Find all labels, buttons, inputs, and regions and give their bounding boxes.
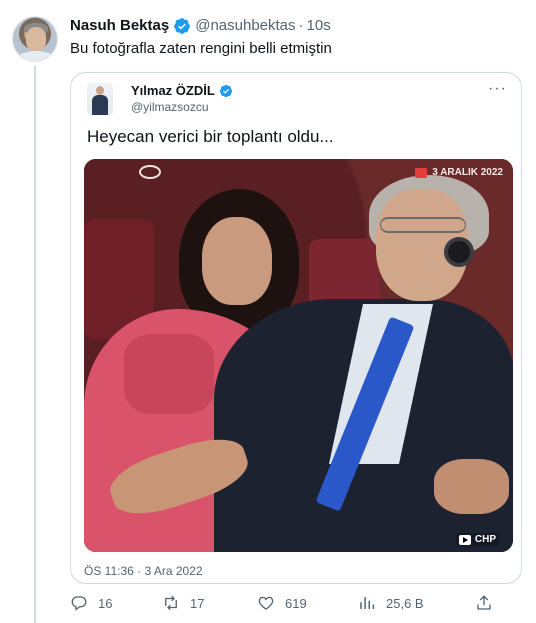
author-handle[interactable]: @nasuhbektas	[195, 16, 295, 36]
reply-icon	[71, 596, 87, 611]
retweet-button[interactable]: 17	[162, 594, 204, 612]
man-glasses	[380, 217, 466, 233]
tweet-header: Nasuh Bektaş @nasuhbektas · 10s	[70, 16, 331, 36]
heart-icon	[258, 596, 274, 610]
woman-face	[202, 217, 272, 305]
more-options-icon[interactable]: ···	[488, 81, 507, 97]
reply-button[interactable]: 16	[70, 594, 112, 612]
calendar-icon	[415, 167, 428, 178]
separator-dot: ·	[298, 17, 304, 34]
verified-badge-icon	[219, 84, 232, 97]
retweet-count: 17	[190, 595, 205, 611]
video-channel-badge: CHP	[455, 533, 499, 546]
reply-count: 16	[98, 595, 113, 611]
quoted-tweet[interactable]: Yılmaz ÖZDİL @yilmazsozcu ··· Heyecan ve…	[70, 72, 522, 584]
video-date-text: 3 ARALIK 2022	[432, 167, 503, 178]
woman-jacket-shadow	[124, 334, 214, 414]
avatar-shirt	[17, 51, 55, 61]
tweet-card: Nasuh Bektaş @nasuhbektas · 10s Bu fotoğ…	[0, 0, 536, 623]
avatar-face	[26, 27, 46, 51]
hand-right	[434, 459, 509, 514]
author-name[interactable]: Nasuh Bektaş	[70, 16, 169, 36]
quoted-author-name[interactable]: Yılmaz ÖZDİL	[131, 83, 215, 98]
quoted-author-avatar[interactable]	[87, 83, 113, 115]
quoted-tweet-text: Heyecan verici bir toplantı oldu...	[87, 127, 334, 146]
video-logo-mark	[139, 165, 161, 179]
view-count: 25,6 B	[386, 595, 424, 611]
channel-label: CHP	[474, 534, 496, 545]
quoted-tweet-timestamp[interactable]: ÖS 11:36 · 3 Ara 2022	[84, 564, 203, 578]
quoted-video[interactable]: 3 ARALIK 2022 CHP	[84, 159, 513, 552]
quoted-author-handle[interactable]: @yilmazsozcu	[131, 100, 209, 114]
headphone	[444, 237, 474, 267]
verified-badge-icon	[174, 18, 191, 34]
retweet-icon	[165, 595, 177, 611]
tweet-text: Bu fotoğrafla zaten rengini belli etmişt…	[70, 40, 332, 57]
like-count: 619	[285, 595, 307, 611]
avatar-body	[92, 95, 108, 115]
play-icon	[458, 534, 471, 545]
views-bar-chart-icon	[360, 597, 375, 609]
share-icon	[477, 595, 491, 610]
share-button[interactable]	[475, 594, 493, 612]
views-button[interactable]: 25,6 B	[358, 594, 424, 612]
tweet-time[interactable]: 10s	[307, 16, 331, 36]
author-avatar[interactable]	[12, 16, 58, 62]
video-date-overlay: 3 ARALIK 2022	[415, 167, 503, 178]
action-bar: 16 17 619 25,6 B	[70, 594, 500, 618]
quoted-author-name-row: Yılmaz ÖZDİL	[131, 83, 237, 98]
avatar-head	[96, 86, 104, 95]
like-button[interactable]: 619	[257, 594, 307, 612]
thread-line	[34, 66, 36, 623]
